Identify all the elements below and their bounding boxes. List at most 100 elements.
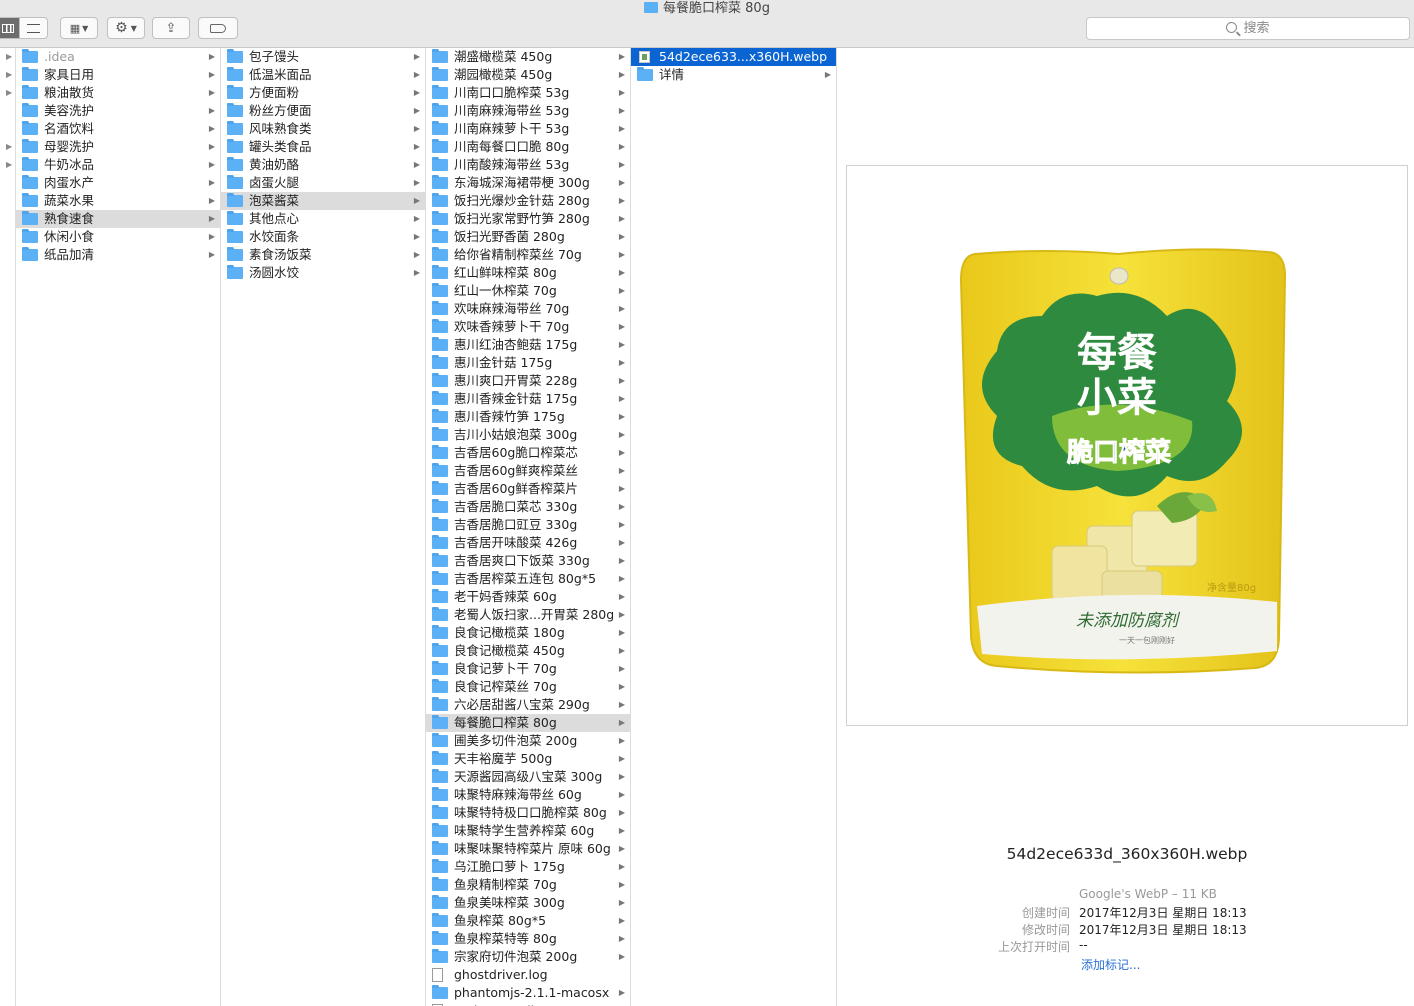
product-folder-item[interactable]: 鱼泉榨菜 80g*5 ▶ [426,912,630,930]
folder-item[interactable]: 熟食速食 ▶ [16,210,220,228]
product-folder-item[interactable]: 天源酱园高级八宝菜 300g ▶ [426,768,630,786]
folder-item[interactable]: 卤蛋火腿 ▶ [221,174,425,192]
product-folder-item[interactable]: 味聚特麻辣海带丝 60g ▶ [426,786,630,804]
product-folder-item[interactable]: 川南口口脆榨菜 53g ▶ [426,84,630,102]
product-folder-item[interactable]: 惠川香辣金针菇 175g ▶ [426,390,630,408]
product-folder-item[interactable]: 吉香居脆口菜芯 330g ▶ [426,498,630,516]
product-folder-item[interactable]: 味聚特学生营养榨菜 60g ▶ [426,822,630,840]
product-folder-item[interactable]: 川南麻辣萝卜干 53g ▶ [426,120,630,138]
image-file-item[interactable]: 54d2ece633...x360H.webp [631,48,836,66]
product-folder-item[interactable]: 川南每餐口口脆 80g ▶ [426,138,630,156]
column-subcategories[interactable]: 包子馒头 ▶ 低温米面品 ▶ 方便面粉 ▶ 粉丝方便面 ▶ 风味熟食类 ▶ 罐头类食品 ▶ 黄油奶酪 ▶ 卤… [221,48,426,1006]
column-files[interactable]: 54d2ece633...x360H.webp 详情 ▶ [631,48,837,1006]
product-folder-item[interactable]: 吉香居60g鲜爽榨菜丝 ▶ [426,462,630,480]
product-folder-item[interactable]: ghostdriver.log [426,966,630,984]
product-folder-item[interactable]: 乌江脆口萝卜 175g ▶ [426,858,630,876]
product-folder-item[interactable]: 惠川香辣竹笋 175g ▶ [426,408,630,426]
disclosure-arrow-icon[interactable]: ▶ [6,52,12,61]
product-folder-item[interactable]: 天丰裕魔芋 500g ▶ [426,750,630,768]
action-button[interactable]: ⚙ ▼ [107,17,145,39]
folder-item[interactable]: 粮油散货 ▶ [16,84,220,102]
folder-item[interactable]: 方便面粉 ▶ [221,84,425,102]
folder-item[interactable]: 牛奶冰品 ▶ [16,156,220,174]
search-field[interactable]: 搜索 [1086,17,1410,40]
folder-item[interactable]: 休闲小食 ▶ [16,228,220,246]
product-folder-item[interactable]: 老蜀人饭扫家...开胃菜 280g ▶ [426,606,630,624]
folder-item[interactable]: 包子馒头 ▶ [221,48,425,66]
folder-item[interactable]: 其他点心 ▶ [221,210,425,228]
product-folder-item[interactable]: 鱼泉美味榨菜 300g ▶ [426,894,630,912]
folder-item[interactable]: 罐头类食品 ▶ [221,138,425,156]
product-folder-item[interactable]: 鱼泉精制榨菜 70g ▶ [426,876,630,894]
product-folder-item[interactable]: 鱼泉榨菜特等 80g ▶ [426,930,630,948]
product-folder-item[interactable]: 良食记萝卜干 70g ▶ [426,660,630,678]
folder-item[interactable]: 蔬菜水果 ▶ [16,192,220,210]
product-folder-item[interactable]: 吉香居开味酸菜 426g ▶ [426,534,630,552]
product-folder-item[interactable]: 潮园橄榄菜 450g ▶ [426,66,630,84]
product-folder-item[interactable]: 味聚味聚特榨菜片 原味 60g ▶ [426,840,630,858]
disclosure-arrow-icon: ▶ [413,88,420,97]
folder-item[interactable]: 黄油奶酪 ▶ [221,156,425,174]
folder-item[interactable]: 名酒饮料 ▶ [16,120,220,138]
product-folder-item[interactable]: PythonDetail.py [426,1002,630,1006]
product-folder-item[interactable]: 吉香居60g鲜香榨菜片 ▶ [426,480,630,498]
product-folder-item[interactable]: 欢味麻辣海带丝 70g ▶ [426,300,630,318]
product-folder-item[interactable]: 吉香居脆口豇豆 330g ▶ [426,516,630,534]
folder-item[interactable]: 详情 ▶ [631,66,836,84]
product-folder-item[interactable]: 惠川红油杏鲍菇 175g ▶ [426,336,630,354]
add-tags-link[interactable]: 添加标记... [1081,956,1140,973]
column-view-button[interactable] [0,18,19,38]
product-folder-item[interactable]: 潮盛橄榄菜 450g ▶ [426,48,630,66]
disclosure-arrow-icon[interactable]: ▶ [6,160,12,169]
folder-item[interactable]: 美容洗护 ▶ [16,102,220,120]
share-icon: ⇪ [165,20,177,36]
product-folder-item[interactable]: 吉香居榨菜五连包 80g*5 ▶ [426,570,630,588]
product-folder-item[interactable]: 给你省精制榨菜丝 70g ▶ [426,246,630,264]
product-folder-item[interactable]: 老干妈香辣菜 60g ▶ [426,588,630,606]
tag-button[interactable] [198,17,238,39]
product-folder-item[interactable]: 味聚特特极口口脆榨菜 80g ▶ [426,804,630,822]
product-folder-item[interactable]: 饭扫光爆炒金针菇 280g ▶ [426,192,630,210]
product-folder-item[interactable]: 宗家府切件泡菜 200g ▶ [426,948,630,966]
folder-item[interactable]: 母婴洗护 ▶ [16,138,220,156]
coverflow-view-button[interactable] [18,18,47,38]
folder-item[interactable]: 纸品加清 ▶ [16,246,220,264]
share-button[interactable]: ⇪ [152,17,190,39]
product-folder-item[interactable]: 惠川爽口开胃菜 228g ▶ [426,372,630,390]
product-folder-item[interactable]: 欢味香辣萝卜干 70g ▶ [426,318,630,336]
folder-item[interactable]: 家具日用 ▶ [16,66,220,84]
disclosure-arrow-icon[interactable]: ▶ [6,88,12,97]
product-folder-item[interactable]: 良食记榨菜丝 70g ▶ [426,678,630,696]
column-categories[interactable]: .idea ▶ 家具日用 ▶ 粮油散货 ▶ 美容洗护 ▶ 名酒饮料 ▶ 母婴洗护 ▶ 牛奶冰品 ▶ 肉蛋水产… [16,48,221,1006]
product-folder-item[interactable]: 良食记橄榄菜 180g ▶ [426,624,630,642]
folder-item[interactable]: 粉丝方便面 ▶ [221,102,425,120]
folder-item[interactable]: 低温米面品 ▶ [221,66,425,84]
arrange-button[interactable]: ▦ ▼ [60,17,98,39]
product-folder-item[interactable]: 良食记橄榄菜 450g ▶ [426,642,630,660]
product-folder-item[interactable]: 吉香居60g脆口榨菜芯 ▶ [426,444,630,462]
column-products[interactable]: 潮盛橄榄菜 450g ▶ 潮园橄榄菜 450g ▶ 川南口口脆榨菜 53g ▶ 川南麻辣海带… [426,48,631,1006]
product-folder-item[interactable]: 每餐脆口榨菜 80g ▶ [426,714,630,732]
product-folder-item[interactable]: 红山鲜味榨菜 80g ▶ [426,264,630,282]
product-folder-item[interactable]: 红山一休榨菜 70g ▶ [426,282,630,300]
folder-item[interactable]: 汤圆水饺 ▶ [221,264,425,282]
disclosure-arrow-icon[interactable]: ▶ [6,142,12,151]
product-folder-item[interactable]: 圃美多切件泡菜 200g ▶ [426,732,630,750]
folder-item[interactable]: 水饺面条 ▶ [221,228,425,246]
product-folder-item[interactable]: 川南麻辣海带丝 53g ▶ [426,102,630,120]
product-folder-item[interactable]: 吉川小姑娘泡菜 300g ▶ [426,426,630,444]
folder-item[interactable]: 泡菜酱菜 ▶ [221,192,425,210]
product-folder-item[interactable]: 川南酸辣海带丝 53g ▶ [426,156,630,174]
product-folder-item[interactable]: 饭扫光野香菌 280g ▶ [426,228,630,246]
folder-item[interactable]: 素食汤饭菜 ▶ [221,246,425,264]
folder-item[interactable]: 风味熟食类 ▶ [221,120,425,138]
product-folder-item[interactable]: 东海城深海裙带梗 300g ▶ [426,174,630,192]
product-folder-item[interactable]: 六必居甜酱八宝菜 290g ▶ [426,696,630,714]
product-folder-item[interactable]: 吉香居爽口下饭菜 330g ▶ [426,552,630,570]
product-folder-item[interactable]: 惠川金针菇 175g ▶ [426,354,630,372]
folder-item[interactable]: 肉蛋水产 ▶ [16,174,220,192]
product-folder-item[interactable]: 饭扫光家常野竹笋 280g ▶ [426,210,630,228]
folder-item[interactable]: .idea ▶ [16,48,220,66]
disclosure-arrow-icon[interactable]: ▶ [6,70,12,79]
product-folder-item[interactable]: phantomjs-2.1.1-macosx ▶ [426,984,630,1002]
